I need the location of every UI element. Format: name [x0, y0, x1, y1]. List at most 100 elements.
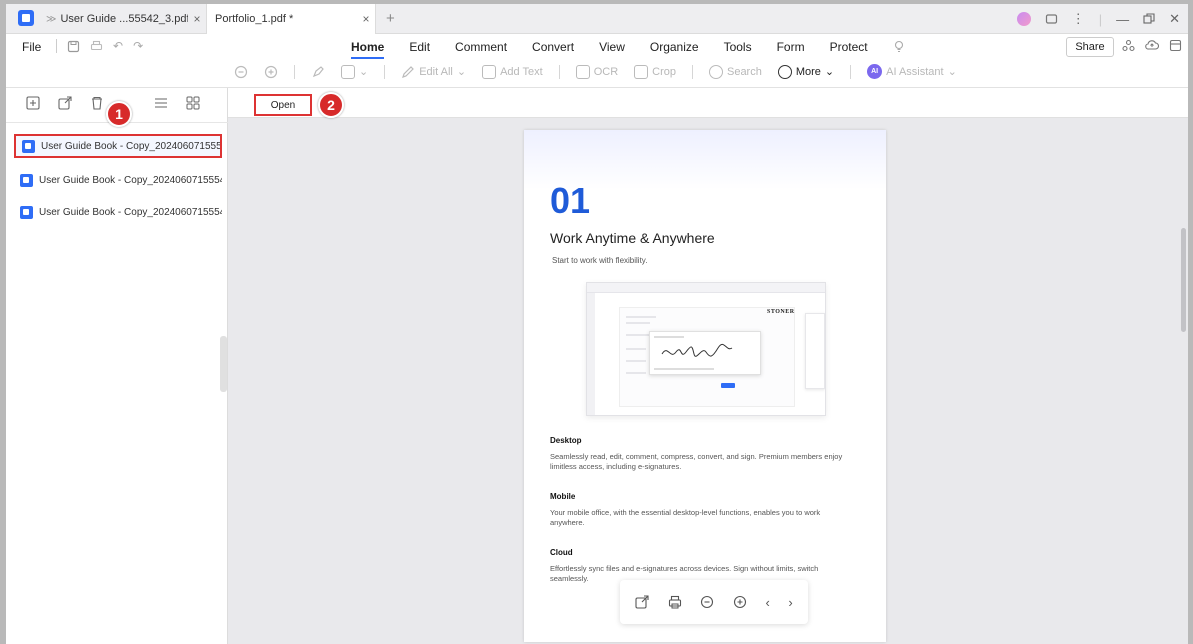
- collaborate-icon[interactable]: [1122, 39, 1135, 52]
- avatar[interactable]: [1016, 12, 1031, 26]
- file-menu[interactable]: File: [22, 40, 41, 54]
- lightbulb-icon[interactable]: [893, 40, 905, 54]
- export-icon[interactable]: [635, 595, 649, 609]
- chevron-down-icon: ⌄: [947, 66, 957, 78]
- list-view-icon[interactable]: [154, 96, 168, 110]
- tab-tools[interactable]: Tools: [724, 36, 752, 58]
- add-text-button[interactable]: Add Text: [482, 64, 543, 79]
- menu-bar: File ↶ ↷ Home Edit Comment Convert View …: [6, 34, 1188, 60]
- redo-icon[interactable]: ↷: [133, 39, 143, 53]
- toolbar-tools: ⌄ Edit All ⌄ Add Text OCR Crop Search Mor…: [234, 64, 957, 79]
- text-line: [626, 372, 646, 374]
- tab-edit[interactable]: Edit: [409, 36, 430, 58]
- tab-convert[interactable]: Convert: [532, 36, 574, 58]
- tab-home[interactable]: Home: [351, 36, 385, 59]
- text-line: [654, 368, 714, 370]
- save-icon[interactable]: [67, 40, 80, 53]
- portfolio-file-item[interactable]: User Guide Book - Copy_20240607155542...: [14, 168, 222, 192]
- more-label: More: [795, 65, 821, 78]
- edit-icon: [402, 65, 415, 78]
- divider: [384, 64, 386, 79]
- section-title-desktop: Desktop: [550, 436, 582, 445]
- text-line: [654, 336, 684, 338]
- portfolio-action-bar: Open: [228, 88, 1188, 118]
- text-line: [626, 348, 646, 350]
- rectangle-icon: [341, 64, 355, 79]
- print-icon[interactable]: [668, 595, 682, 609]
- restore-icon[interactable]: [1143, 13, 1155, 25]
- new-tab-button[interactable]: +: [386, 10, 395, 27]
- tab-close-icon[interactable]: ×: [188, 12, 206, 26]
- ai-assistant-button[interactable]: AI AI Assistant ⌄: [867, 64, 957, 79]
- text-line: [626, 322, 650, 324]
- tab-form[interactable]: Form: [777, 36, 805, 58]
- print-icon[interactable]: [90, 40, 103, 53]
- chevron-down-icon: ⌄: [824, 66, 835, 78]
- tab-comment[interactable]: Comment: [455, 36, 507, 58]
- cloud-upload-icon[interactable]: [1145, 39, 1159, 52]
- quick-access: ↶ ↷: [56, 39, 143, 53]
- ai-icon: AI: [867, 64, 883, 79]
- chevron-down-icon: ⌄: [359, 66, 369, 78]
- delete-icon[interactable]: [90, 96, 104, 110]
- chapter-number: 01: [550, 180, 591, 221]
- screenshot-sidebar: [587, 293, 595, 415]
- zoom-in-button[interactable]: [264, 65, 278, 79]
- more-button[interactable]: More ⌄: [777, 64, 835, 79]
- more-icon: [777, 64, 792, 79]
- tab-close-icon[interactable]: ×: [357, 12, 375, 26]
- share-button[interactable]: Share: [1066, 37, 1114, 57]
- ocr-button[interactable]: OCR: [575, 64, 618, 79]
- panel-resize-handle[interactable]: [220, 336, 227, 392]
- grid-view-icon[interactable]: [186, 96, 200, 110]
- document-viewer: Open 01 Work Anytime & Anywhere Start to…: [228, 88, 1188, 644]
- pdf-file-icon: [20, 205, 33, 219]
- toolbar: ⌄ Edit All ⌄ Add Text OCR Crop Search Mor…: [6, 60, 1188, 88]
- export-icon[interactable]: [58, 96, 72, 110]
- portfolio-file-item[interactable]: User Guide Book - Copy_20240607155542...: [14, 134, 222, 158]
- message-icon[interactable]: [1045, 13, 1058, 26]
- divider: [294, 64, 295, 79]
- tab-organize[interactable]: Organize: [650, 36, 699, 58]
- window-controls: ⋮ | — ✕: [1016, 4, 1180, 34]
- zoom-in-icon[interactable]: [733, 595, 747, 609]
- vertical-scrollbar[interactable]: [1181, 228, 1186, 332]
- highlight-button[interactable]: [311, 65, 325, 79]
- panel-toggle-icon[interactable]: [1169, 39, 1182, 52]
- screenshot-brand: STONER: [767, 309, 795, 315]
- zoom-out-icon[interactable]: [700, 595, 714, 609]
- signature-dialog: [649, 331, 761, 375]
- tab-portfolio[interactable]: Portfolio_1.pdf * ×: [206, 4, 376, 34]
- highlighter-icon: [312, 65, 324, 77]
- search-button[interactable]: Search: [708, 64, 762, 79]
- section-title-mobile: Mobile: [550, 492, 576, 501]
- edit-all-button[interactable]: Edit All ⌄: [401, 65, 466, 79]
- shape-button[interactable]: ⌄: [341, 64, 369, 79]
- portfolio-file-item[interactable]: User Guide Book - Copy_20240607155542...: [14, 200, 222, 224]
- text-line: [626, 360, 646, 362]
- next-page-icon[interactable]: ›: [788, 595, 792, 610]
- divider: [56, 39, 57, 53]
- zoom-in-icon: [264, 65, 278, 78]
- signature-icon: [661, 343, 733, 357]
- tab-user-guide[interactable]: ≫ User Guide ...55542_3.pdf ×: [46, 4, 206, 34]
- crop-label: Crop: [652, 65, 676, 78]
- close-window-icon[interactable]: ✕: [1169, 11, 1180, 27]
- minimize-icon[interactable]: —: [1116, 12, 1129, 27]
- menu-dots-icon[interactable]: ⋮: [1072, 11, 1085, 27]
- pdf-page: 01 Work Anytime & Anywhere Start to work…: [524, 130, 886, 642]
- zoom-out-button[interactable]: [234, 65, 248, 79]
- tab-protect[interactable]: Protect: [830, 36, 868, 58]
- previous-page-icon[interactable]: ‹: [765, 595, 769, 610]
- open-button[interactable]: Open: [254, 94, 312, 116]
- pdf-file-icon: [22, 139, 35, 153]
- tab-label: User Guide ...55542_3.pdf: [60, 13, 188, 25]
- text-line: [626, 316, 656, 318]
- ribbon-tabs: Home Edit Comment Convert View Organize …: [351, 34, 905, 60]
- undo-icon[interactable]: ↶: [113, 39, 123, 53]
- divider: [558, 64, 560, 79]
- crop-button[interactable]: Crop: [634, 64, 676, 79]
- add-file-icon[interactable]: [26, 96, 40, 110]
- section-title-cloud: Cloud: [550, 548, 573, 557]
- tab-view[interactable]: View: [599, 36, 625, 58]
